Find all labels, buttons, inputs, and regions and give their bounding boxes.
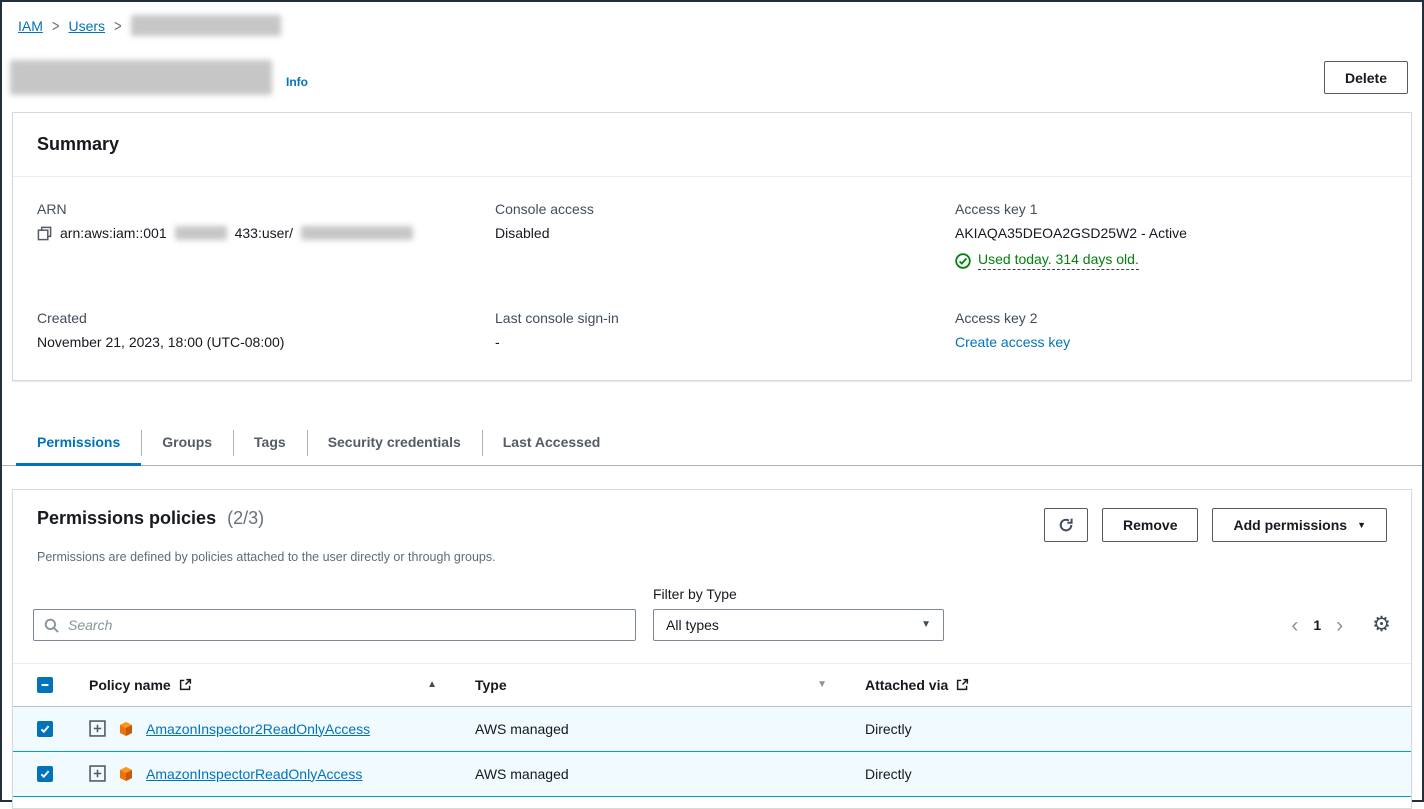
policy-name-link[interactable]: AmazonInspectorReadOnlyAccess xyxy=(146,766,362,782)
arn-value-prefix: arn:aws:iam::001 xyxy=(60,225,167,241)
created-label: Created xyxy=(37,310,495,326)
access-key-1-value: AKIAQA35DEOA2GSD25W2 - Active xyxy=(955,225,1387,241)
summary-card: Summary ARN arn:aws:iam::001 433:user/ Co… xyxy=(12,112,1412,381)
arn-label: ARN xyxy=(37,201,495,217)
external-link-icon xyxy=(956,678,969,691)
type-header-label: Type xyxy=(475,677,507,693)
table-row[interactable]: AmazonInspectorReadOnlyAccess AWS manage… xyxy=(13,752,1411,797)
summary-body: ARN arn:aws:iam::001 433:user/ Console ac… xyxy=(13,177,1411,380)
last-signin-label: Last console sign-in xyxy=(495,310,955,326)
redacted-account-id xyxy=(175,226,227,240)
policy-name-link[interactable]: AmazonInspector2ReadOnlyAccess xyxy=(146,721,370,737)
select-all-checkbox[interactable] xyxy=(37,677,53,693)
previous-page-icon[interactable]: ‹ xyxy=(1291,615,1298,636)
redacted-user-name-arn xyxy=(301,226,413,240)
panel-description: Permissions are defined by policies atta… xyxy=(13,542,1411,564)
policy-type: AWS managed xyxy=(465,766,855,782)
column-header-policy-name[interactable]: Policy name ▲ xyxy=(79,664,465,706)
row-checkbox[interactable] xyxy=(37,766,53,782)
access-key-2-field: Access key 2 Create access key xyxy=(955,310,1387,350)
delete-button[interactable]: Delete xyxy=(1324,61,1408,94)
chevron-right-icon: > xyxy=(52,16,60,36)
row-checkbox[interactable] xyxy=(37,721,53,737)
managed-policy-icon xyxy=(118,721,134,737)
access-key-status-text: Used today. 314 days old. xyxy=(978,251,1139,270)
add-permissions-label: Add permissions xyxy=(1233,517,1347,533)
console-access-field: Console access Disabled xyxy=(495,201,955,272)
console-access-value: Disabled xyxy=(495,225,955,241)
summary-card-header: Summary xyxy=(13,113,1411,177)
panel-title-text: Permissions policies xyxy=(37,508,216,528)
iam-user-detail-page: { "colors": { "link": "#0073bb", "active… xyxy=(0,0,1424,802)
column-header-attached-via[interactable]: Attached via xyxy=(855,664,1411,706)
tab-security-credentials[interactable]: Security credentials xyxy=(307,421,482,465)
expand-row-icon[interactable] xyxy=(89,765,106,782)
permissions-policies-panel: Permissions policies (2/3) Remove Add pe… xyxy=(12,489,1412,809)
search-input[interactable] xyxy=(33,609,636,641)
chevron-right-icon: > xyxy=(114,16,122,36)
type-filter-select[interactable]: All types ▼ xyxy=(653,609,944,641)
info-link[interactable]: Info xyxy=(286,75,308,89)
tab-groups[interactable]: Groups xyxy=(141,421,233,465)
external-link-icon xyxy=(179,678,192,691)
policies-table: Policy name ▲ Type ▼ Attached via xyxy=(13,663,1411,797)
filter-by-type-label: Filter by Type xyxy=(653,586,944,602)
column-header-type[interactable]: Type ▼ xyxy=(465,664,855,706)
attached-via-value: Directly xyxy=(855,766,1411,782)
settings-gear-icon[interactable]: ⚙ xyxy=(1372,614,1391,637)
policy-type: AWS managed xyxy=(465,721,855,737)
access-key-2-label: Access key 2 xyxy=(955,310,1387,326)
create-access-key-link[interactable]: Create access key xyxy=(955,334,1070,350)
breadcrumb: IAM > Users > xyxy=(2,2,1422,36)
last-signin-value: - xyxy=(495,334,955,350)
policy-name-header-label: Policy name xyxy=(89,677,171,693)
type-filter-value: All types xyxy=(666,617,719,633)
expand-row-icon[interactable] xyxy=(89,720,106,737)
sort-descending-icon[interactable]: ▼ xyxy=(817,679,827,690)
copy-icon[interactable] xyxy=(37,226,52,241)
redacted-page-title xyxy=(10,60,272,95)
table-row[interactable]: AmazonInspector2ReadOnlyAccess AWS manag… xyxy=(13,707,1411,752)
summary-title: Summary xyxy=(37,134,1387,155)
chevron-down-icon: ▼ xyxy=(921,619,931,630)
refresh-icon xyxy=(1058,517,1074,533)
panel-count: (2/3) xyxy=(227,508,264,528)
panel-actions: Remove Add permissions ▼ xyxy=(1044,508,1387,542)
breadcrumb-users-link[interactable]: Users xyxy=(68,18,105,34)
managed-policy-icon xyxy=(118,766,134,782)
console-access-label: Console access xyxy=(495,201,955,217)
chevron-down-icon: ▼ xyxy=(1357,520,1366,530)
sort-ascending-icon[interactable]: ▲ xyxy=(427,679,437,690)
panel-title: Permissions policies (2/3) xyxy=(37,508,264,529)
arn-field: ARN arn:aws:iam::001 433:user/ xyxy=(37,201,495,272)
last-signin-field: Last console sign-in - xyxy=(495,310,955,350)
created-value: November 21, 2023, 18:00 (UTC-08:00) xyxy=(37,334,495,350)
breadcrumb-iam-link[interactable]: IAM xyxy=(18,18,43,34)
attached-via-header-label: Attached via xyxy=(865,677,948,693)
redacted-user-name-breadcrumb xyxy=(131,15,281,36)
arn-value-mid: 433:user/ xyxy=(235,225,293,241)
add-permissions-button[interactable]: Add permissions ▼ xyxy=(1212,508,1387,542)
tab-last-accessed[interactable]: Last Accessed xyxy=(482,421,622,465)
filter-controls: Filter by Type All types ▼ ‹ 1 › ⚙ xyxy=(13,586,1411,641)
remove-button[interactable]: Remove xyxy=(1102,508,1198,542)
page-header: Info Delete xyxy=(2,60,1422,95)
table-header-row: Policy name ▲ Type ▼ Attached via xyxy=(13,663,1411,707)
tab-permissions[interactable]: Permissions xyxy=(16,421,141,465)
attached-via-value: Directly xyxy=(855,721,1411,737)
next-page-icon[interactable]: › xyxy=(1336,615,1343,636)
access-key-1-label: Access key 1 xyxy=(955,201,1387,217)
success-check-icon xyxy=(955,253,971,269)
created-field: Created November 21, 2023, 18:00 (UTC-08… xyxy=(37,310,495,350)
tab-tags[interactable]: Tags xyxy=(233,421,307,465)
access-key-1-status[interactable]: Used today. 314 days old. xyxy=(955,251,1139,270)
tab-bar: Permissions Groups Tags Security credent… xyxy=(2,421,1422,466)
pagination: ‹ 1 › ⚙ xyxy=(1291,614,1391,641)
access-key-1-field: Access key 1 AKIAQA35DEOA2GSD25W2 - Acti… xyxy=(955,201,1387,272)
page-number[interactable]: 1 xyxy=(1313,617,1321,633)
refresh-button[interactable] xyxy=(1044,508,1088,542)
